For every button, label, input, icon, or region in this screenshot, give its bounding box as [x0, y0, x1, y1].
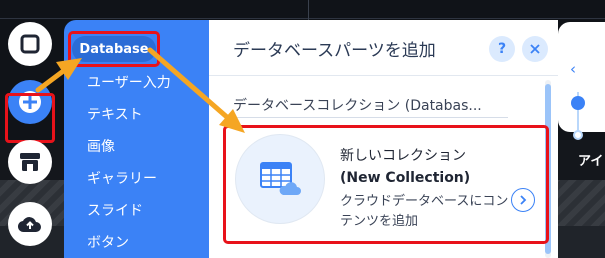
square-icon [20, 34, 40, 54]
zoom-slider-thumb[interactable] [571, 96, 585, 110]
category-database-highlight [68, 31, 160, 67]
chevron-left-icon[interactable]: ‹ [570, 60, 576, 78]
help-button[interactable]: ? [489, 36, 515, 62]
editor-divider [308, 0, 309, 20]
zoom-slider-end [573, 130, 583, 140]
add-button-highlight [5, 93, 55, 143]
category-user-input[interactable]: ユーザー入力 [87, 72, 171, 92]
editor-heading-fragment: アイ [578, 154, 604, 169]
close-icon [530, 44, 540, 54]
new-collection-highlight [223, 125, 549, 244]
panel-title: データベースパーツを追加 [233, 41, 436, 61]
upload-cloud-icon [17, 217, 41, 233]
category-gallery[interactable]: ギャラリー [87, 168, 157, 188]
help-icon: ? [497, 41, 507, 57]
close-button[interactable] [522, 36, 548, 62]
left-toolbar [0, 16, 62, 258]
pages-button[interactable] [8, 22, 52, 66]
add-categories-panel: Database ユーザー入力 テキスト 画像 ギャラリー スライド ボタン [64, 20, 209, 258]
category-image[interactable]: 画像 [87, 136, 115, 156]
editor-top-rule [0, 18, 605, 19]
zoom-panel: ‹ [558, 22, 605, 140]
media-upload-button[interactable] [8, 202, 52, 246]
app-market-button[interactable] [8, 140, 52, 184]
section-divider [233, 117, 508, 118]
section-title: データベースコレクション (Databas... [233, 98, 482, 114]
category-slide[interactable]: スライド [87, 200, 143, 220]
category-text[interactable]: テキスト [87, 104, 143, 124]
category-button[interactable]: ボタン [87, 232, 129, 252]
store-icon [20, 153, 40, 171]
panel-header-divider [209, 75, 558, 76]
